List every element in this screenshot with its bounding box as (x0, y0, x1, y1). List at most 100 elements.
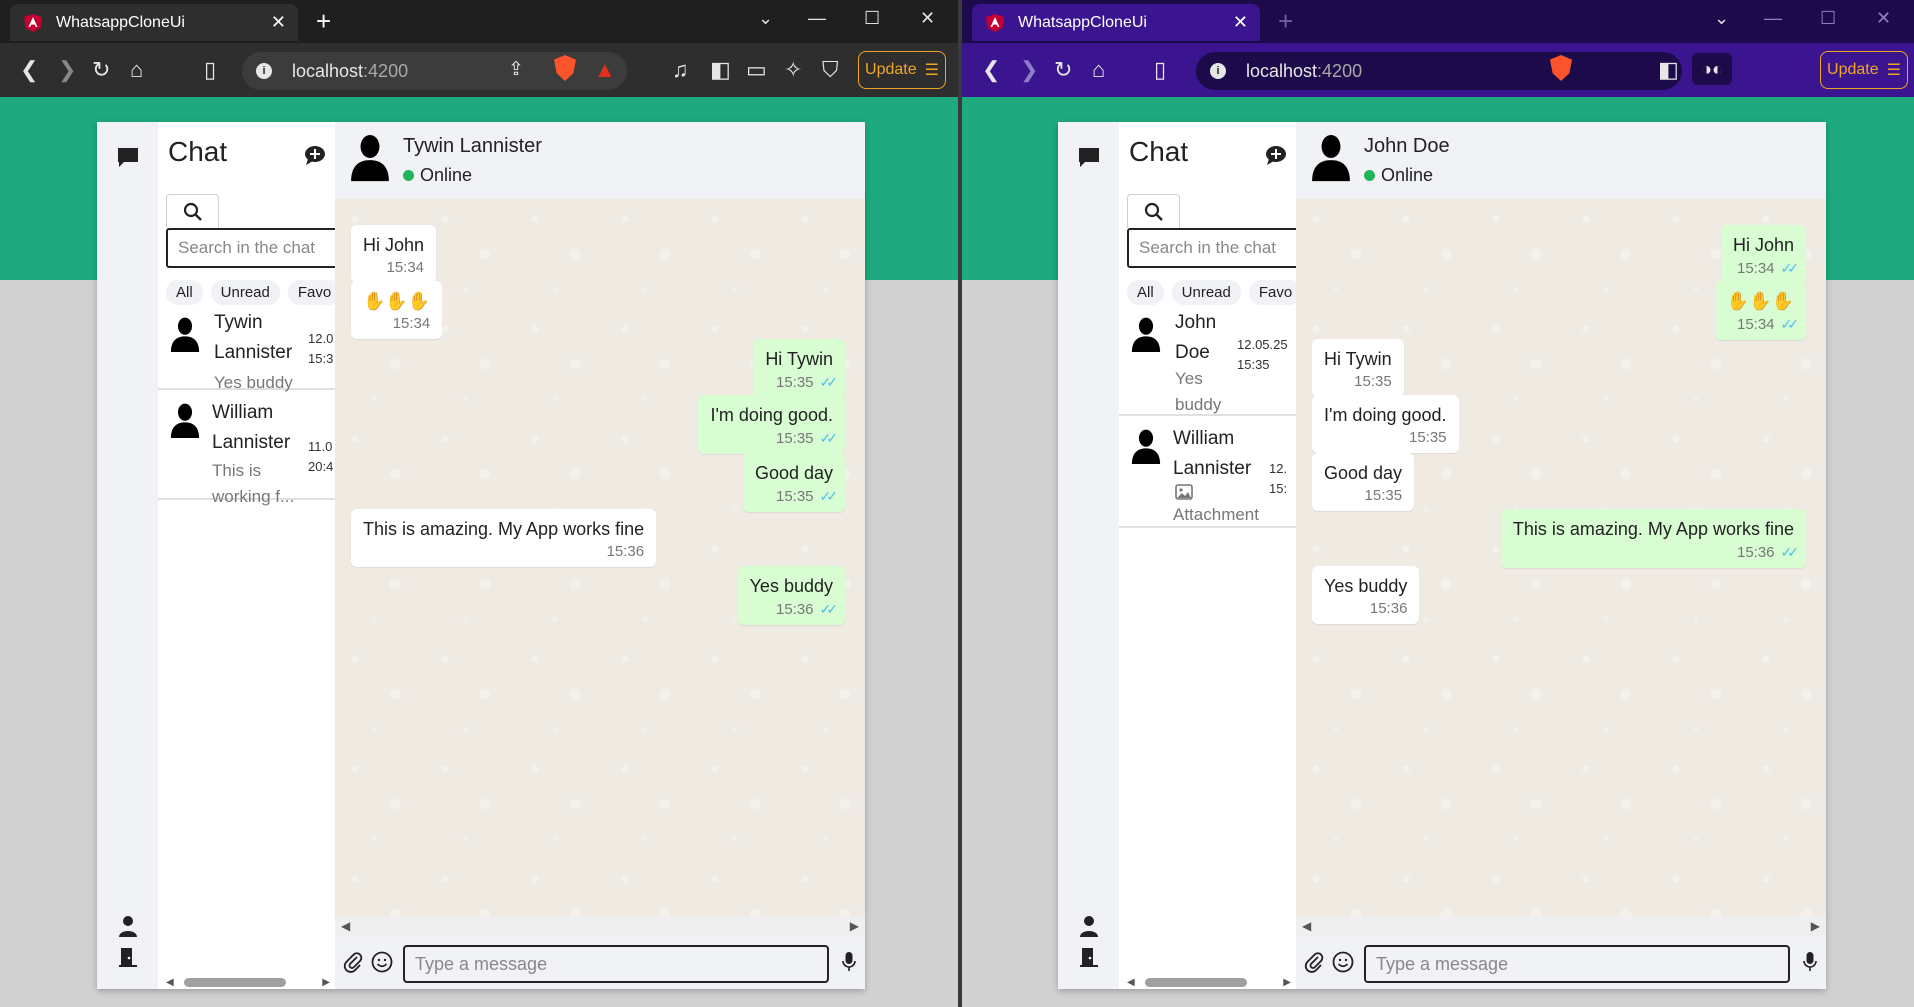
sidebar-scrollbar[interactable]: ◀ ▶ (166, 976, 330, 988)
mic-icon[interactable] (1802, 951, 1818, 973)
reload-icon[interactable]: ↻ (1054, 57, 1072, 83)
scroll-thumb[interactable] (1145, 978, 1247, 987)
chat-list-item[interactable]: William Lannister Attachment 12. 15: (1119, 418, 1296, 528)
maximize-icon[interactable]: ☐ (1820, 8, 1836, 29)
tab-list-chevron-icon[interactable]: ⌄ (758, 8, 773, 29)
new-chat-icon[interactable] (303, 144, 327, 166)
message-time: 15:36 (775, 601, 814, 618)
tab-close-icon[interactable]: ✕ (1233, 12, 1248, 33)
music-icon[interactable]: ♫ (672, 57, 689, 83)
message-time: 15:35 (1354, 373, 1392, 390)
leo-ai-icon[interactable]: ✧ (784, 57, 802, 83)
reload-icon[interactable]: ↻ (92, 57, 110, 83)
filter-all[interactable]: All (1127, 280, 1164, 305)
chat-list-item[interactable]: Tywin Lannister Yes buddy 12.0 15:3 (158, 304, 335, 392)
home-icon[interactable]: ⌂ (130, 57, 143, 83)
tab-list-chevron-icon[interactable]: ⌄ (1714, 8, 1729, 29)
status-text: Online (420, 165, 473, 185)
read-ticks-icon: ✓✓ (819, 601, 839, 617)
message-scrollbar[interactable]: ◀ ▶ (1296, 917, 1826, 937)
chat-name: John Doe (1175, 312, 1217, 363)
message-text: ✋✋✋ (363, 291, 431, 311)
logout-icon[interactable] (116, 945, 140, 969)
forward-icon[interactable]: ❯ (58, 57, 76, 83)
search-input[interactable]: Search in the chat (1127, 228, 1296, 268)
new-tab-icon[interactable]: + (316, 6, 331, 36)
logout-icon[interactable] (1077, 945, 1101, 969)
scroll-right-icon[interactable]: ▶ (1283, 977, 1291, 988)
sidebar-scrollbar[interactable]: ◀ ▶ (1127, 976, 1291, 988)
contact-avatar[interactable] (1310, 132, 1352, 182)
scroll-right-icon[interactable]: ▶ (1811, 919, 1820, 933)
search-input[interactable]: Search in the chat (166, 228, 335, 268)
chat-list-item[interactable]: William Lannister This is working f... 1… (158, 392, 335, 506)
conversation-panel: John Doe Online Hi John 15:34 ✓✓ ✋✋✋ 15:3… (1296, 122, 1826, 989)
emoji-icon[interactable] (1332, 951, 1354, 973)
new-tab-icon[interactable]: + (1278, 6, 1293, 36)
new-chat-icon[interactable] (1264, 144, 1288, 166)
message-area: Hi John 15:34 ✓✓ ✋✋✋ 15:34 ✓✓ Hi Tywin 15:… (1296, 199, 1826, 917)
close-window-icon[interactable]: ✕ (920, 8, 935, 29)
angular-icon (22, 12, 44, 34)
emoji-icon[interactable] (371, 951, 393, 973)
image-icon (1175, 484, 1193, 500)
attach-icon[interactable] (1304, 951, 1324, 973)
contact-avatar[interactable] (349, 132, 391, 182)
wallet-icon[interactable]: ▭ (746, 57, 767, 83)
tab-close-icon[interactable]: ✕ (271, 12, 286, 33)
home-icon[interactable]: ⌂ (1092, 57, 1105, 83)
minimize-icon[interactable]: — (1764, 8, 1782, 29)
nav-rail (97, 122, 158, 989)
bookmark-icon[interactable]: ▯ (204, 57, 216, 83)
private-window-icon[interactable]: ◑◐ (1692, 53, 1732, 85)
sidebar-toggle-icon[interactable]: ◧ (1658, 57, 1679, 83)
brave-rewards-icon[interactable]: ▲ (594, 57, 616, 83)
maximize-icon[interactable]: ☐ (864, 8, 880, 29)
filter-unread[interactable]: Unread (1171, 280, 1241, 305)
update-button[interactable]: Update ☰ (1820, 51, 1908, 89)
message-text: This is amazing. My App works fine (1512, 519, 1794, 539)
menu-icon: ☰ (924, 62, 939, 79)
browser-tab[interactable]: WhatsappCloneUi ✕ (972, 4, 1260, 41)
scroll-left-icon[interactable]: ◀ (166, 977, 174, 988)
update-button[interactable]: Update ☰ (858, 51, 946, 89)
bookmark-icon[interactable]: ▯ (1154, 57, 1166, 83)
scroll-left-icon[interactable]: ◀ (1127, 977, 1135, 988)
forward-icon[interactable]: ❯ (1020, 57, 1038, 83)
message-scrollbar[interactable]: ◀ ▶ (335, 917, 865, 937)
close-window-icon[interactable]: ✕ (1876, 8, 1891, 29)
message-input[interactable]: Type a message (403, 945, 829, 983)
vpn-icon[interactable]: ⛉ (822, 57, 839, 83)
search-button[interactable] (166, 194, 219, 228)
scroll-right-icon[interactable]: ▶ (322, 977, 330, 988)
user-icon[interactable] (1077, 914, 1101, 938)
share-icon[interactable]: ⇪ (508, 57, 524, 83)
scroll-left-icon[interactable]: ◀ (341, 919, 350, 933)
scroll-left-icon[interactable]: ◀ (1302, 919, 1311, 933)
scroll-right-icon[interactable]: ▶ (850, 919, 859, 933)
search-button[interactable] (1127, 194, 1180, 228)
site-info-icon[interactable]: i (1210, 63, 1226, 79)
filter-all[interactable]: All (166, 280, 203, 305)
filter-unread[interactable]: Unread (210, 280, 280, 305)
sidebar-toggle-icon[interactable]: ◧ (710, 57, 731, 83)
message-input[interactable]: Type a message (1364, 945, 1790, 983)
chat-icon[interactable] (1077, 146, 1101, 168)
chat-time: 15:35 (1237, 357, 1270, 372)
back-icon[interactable]: ❮ (982, 57, 1000, 83)
minimize-icon[interactable]: — (808, 8, 826, 29)
filter-favourites[interactable]: Favo (287, 280, 335, 305)
chat-icon[interactable] (116, 146, 140, 168)
chat-time: 15:3 (308, 351, 334, 366)
address-bar[interactable]: i localhost:4200 (1196, 52, 1682, 90)
filter-favourites[interactable]: Favo (1248, 280, 1296, 305)
user-icon[interactable] (116, 914, 140, 938)
update-label: Update (865, 61, 917, 78)
scroll-thumb[interactable] (184, 978, 286, 987)
back-icon[interactable]: ❮ (20, 57, 38, 83)
attach-icon[interactable] (343, 951, 363, 973)
browser-tab[interactable]: WhatsappCloneUi ✕ (10, 4, 298, 41)
site-info-icon[interactable]: i (256, 63, 272, 79)
chat-list-item[interactable]: John Doe Yes buddy 12.05.25 15:35 (1119, 304, 1296, 416)
mic-icon[interactable] (841, 951, 857, 973)
